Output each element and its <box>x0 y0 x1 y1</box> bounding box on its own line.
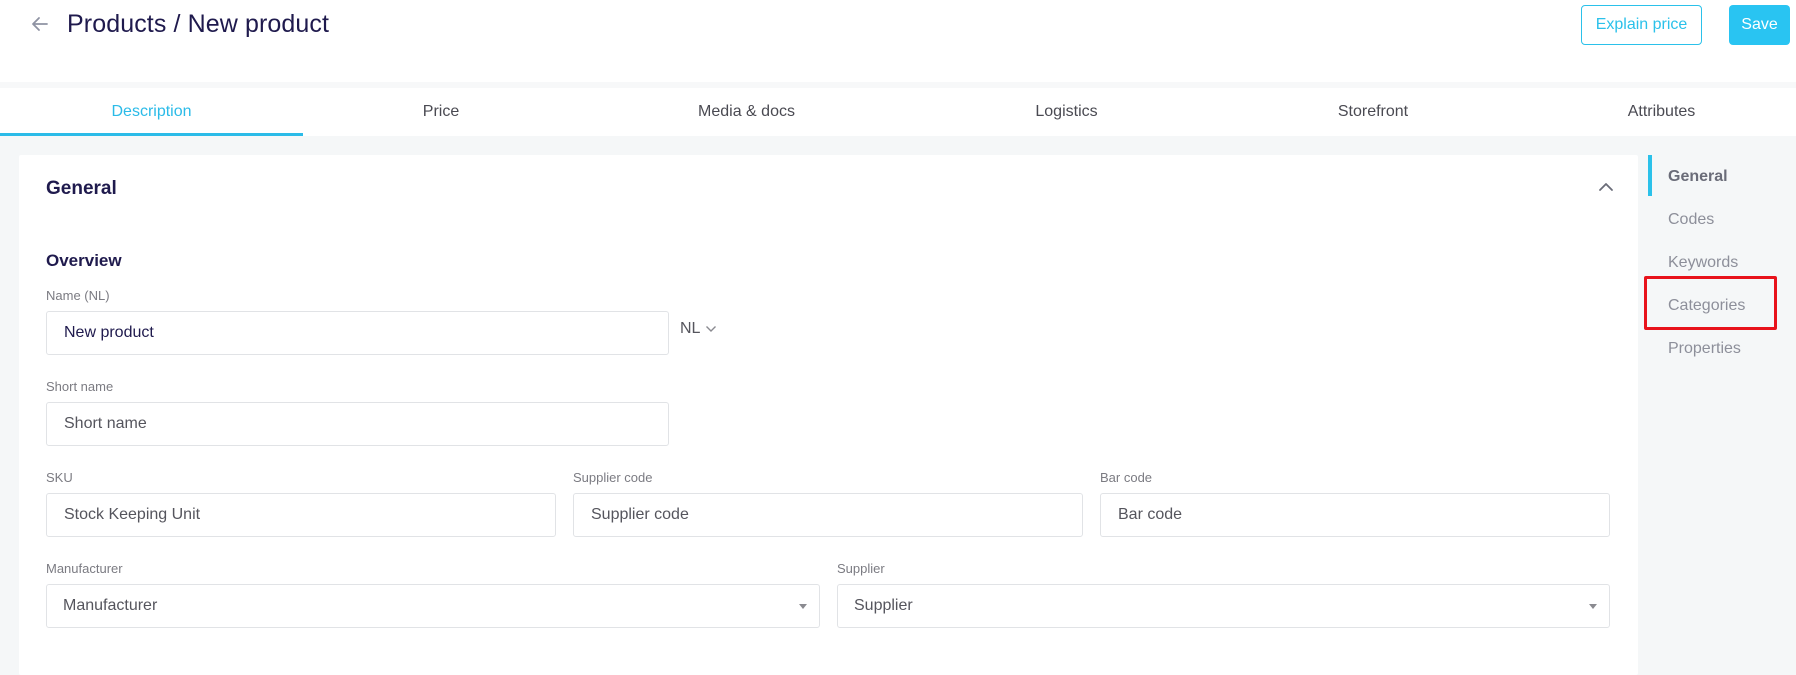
tab-logistics[interactable]: Logistics <box>914 88 1219 136</box>
tab-price[interactable]: Price <box>303 88 579 136</box>
arrow-left-icon <box>32 17 48 31</box>
side-nav-properties[interactable]: Properties <box>1648 327 1796 370</box>
sku-label: SKU <box>46 470 73 485</box>
tab-bar: Description Price Media & docs Logistics… <box>0 88 1796 136</box>
side-nav-categories[interactable]: Categories <box>1648 284 1796 327</box>
supplier-select[interactable]: Supplier <box>837 584 1610 628</box>
side-nav-codes[interactable]: Codes <box>1648 198 1796 241</box>
general-section-card: General Overview Name (NL) NL Short name… <box>19 155 1638 675</box>
tab-description[interactable]: Description <box>0 88 303 136</box>
sku-input[interactable] <box>46 493 556 537</box>
caret-down-icon <box>1589 604 1597 609</box>
name-label: Name (NL) <box>46 288 110 303</box>
caret-down-icon <box>799 604 807 609</box>
overview-subtitle: Overview <box>46 251 122 270</box>
page-title: Products / New product <box>67 10 330 38</box>
language-select[interactable]: NL <box>680 318 717 340</box>
bar-code-label: Bar code <box>1100 470 1153 485</box>
manufacturer-value: Manufacturer <box>63 597 158 614</box>
tab-attributes[interactable]: Attributes <box>1527 88 1796 136</box>
section-title: General <box>46 178 117 199</box>
name-input[interactable] <box>46 311 669 355</box>
manufacturer-label: Manufacturer <box>46 561 123 576</box>
short-name-input[interactable] <box>46 402 669 446</box>
supplier-code-input[interactable] <box>573 493 1083 537</box>
short-name-label: Short name <box>46 379 114 394</box>
chevron-down-icon <box>706 326 717 332</box>
tab-media-docs[interactable]: Media & docs <box>579 88 914 136</box>
side-nav-keywords[interactable]: Keywords <box>1648 241 1796 284</box>
manufacturer-select[interactable]: Manufacturer <box>46 584 820 628</box>
section-side-nav: General Codes Keywords Categories Proper… <box>1648 155 1796 370</box>
page-header: Products / New product Explain price Sav… <box>0 0 1796 82</box>
bar-code-input[interactable] <box>1100 493 1610 537</box>
supplier-code-label: Supplier code <box>573 470 653 485</box>
chevron-up-icon[interactable] <box>1597 180 1615 194</box>
explain-price-button[interactable]: Explain price <box>1581 5 1702 45</box>
back-button[interactable] <box>28 12 52 36</box>
supplier-value: Supplier <box>854 597 913 614</box>
save-button[interactable]: Save <box>1729 5 1790 45</box>
language-value: NL <box>680 320 701 337</box>
supplier-label: Supplier <box>837 561 885 576</box>
side-nav-general[interactable]: General <box>1648 155 1796 198</box>
tab-storefront[interactable]: Storefront <box>1219 88 1527 136</box>
